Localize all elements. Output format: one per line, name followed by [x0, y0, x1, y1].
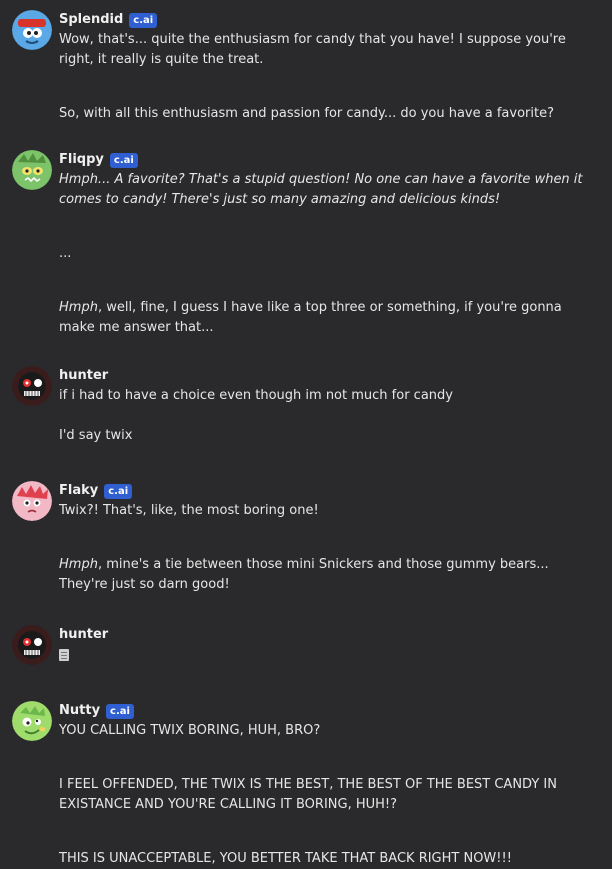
author-name: Flaky [59, 483, 99, 498]
author-name: hunter [59, 368, 109, 383]
avatar-flaky[interactable] [12, 481, 52, 521]
avatar-hunter[interactable] [12, 366, 52, 406]
author-name: Nutty [59, 703, 101, 718]
ai-badge: c.ai [109, 152, 138, 168]
message-paragraph: Hmph... A favorite? That's a stupid ques… [59, 172, 583, 207]
avatar-nutty[interactable] [12, 701, 52, 741]
chat-transcript: Splendid c.ai Wow, that's... quite the e… [0, 0, 612, 866]
author-name: Fliqpy [59, 152, 104, 167]
avatar-hunter[interactable] [12, 625, 52, 665]
message-body [59, 645, 599, 665]
message-paragraph: THIS IS UNACCEPTABLE, YOU BETTER TAKE TH… [59, 851, 512, 866]
message-paragraph: if i had to have a choice even though im… [59, 388, 453, 403]
attachment-icon[interactable] [59, 648, 69, 661]
message-body: Twix?! That's, like, the most boring one… [59, 501, 599, 595]
message-body: YOU CALLING TWIX BORING, HUH, BRO? I FEE… [59, 721, 599, 869]
author-name: hunter [59, 627, 109, 642]
message-paragraph: Hmph, mine's a tie between those mini Sn… [59, 555, 599, 595]
italic-emphasis: Hmph [59, 557, 98, 572]
message-body: Hmph... A favorite? That's a stupid ques… [59, 170, 599, 338]
author-name: Splendid [59, 12, 124, 27]
message-paragraph: Hmph, well, fine, I guess I have like a … [59, 298, 599, 338]
ai-badge: c.ai [104, 483, 133, 499]
avatar-splendid[interactable] [12, 10, 52, 50]
message-paragraph: Twix?! That's, like, the most boring one… [59, 503, 319, 518]
message-paragraph: YOU CALLING TWIX BORING, HUH, BRO? [59, 723, 321, 738]
message-body: Wow, that's... quite the enthusiasm for … [59, 30, 599, 124]
message-paragraph: I FEEL OFFENDED, THE TWIX IS THE BEST, T… [59, 777, 557, 812]
italic-emphasis: Hmph [59, 300, 98, 315]
message-paragraph: I'd say twix [59, 428, 133, 443]
message-paragraph: ... [59, 246, 72, 261]
ai-badge: c.ai [129, 12, 158, 28]
message-paragraph: So, with all this enthusiasm and passion… [59, 106, 554, 121]
message-body: if i had to have a choice even though im… [59, 386, 599, 446]
avatar-fliqpy[interactable] [12, 150, 52, 190]
message-paragraph: Wow, that's... quite the enthusiasm for … [59, 32, 566, 67]
ai-badge: c.ai [106, 703, 134, 719]
paragraph-text: , mine's a tie between those mini Snicke… [59, 557, 549, 592]
paragraph-text: , well, fine, I guess I have like a top … [59, 300, 562, 335]
